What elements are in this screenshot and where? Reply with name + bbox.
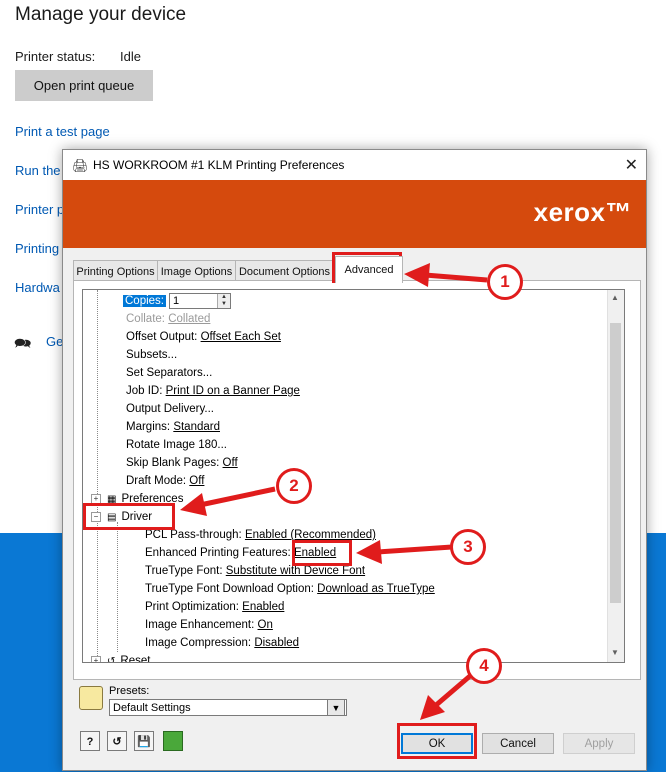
job-id-value[interactable]: Print ID on a Banner Page: [166, 385, 300, 397]
callout-number-3: 3: [450, 529, 486, 565]
draft-mode-label: Draft Mode:: [126, 475, 187, 487]
tree-item-print-optimization[interactable]: Print Optimization: Enabled: [145, 598, 284, 616]
image-enhancement-value[interactable]: On: [258, 619, 273, 631]
copies-label: Copies:: [123, 295, 166, 307]
image-compression-value[interactable]: Disabled: [254, 637, 299, 649]
image-compression-label: Image Compression:: [145, 637, 252, 649]
skip-blank-label: Skip Blank Pages:: [126, 457, 220, 469]
xerox-logo: xerox™: [533, 197, 632, 227]
image-enhancement-label: Image Enhancement:: [145, 619, 255, 631]
printing-preferences-dialog: 🖨 HS WORKROOM #1 KLM Printing Preference…: [62, 149, 647, 771]
callout-number-1: 1: [487, 264, 523, 300]
tab-image-options[interactable]: Image Options: [157, 260, 236, 282]
presets-icon: [79, 686, 103, 710]
reset-label: Reset: [120, 655, 151, 663]
printer-status-value: Idle: [120, 49, 141, 64]
printer-status-label: Printer status:: [15, 49, 96, 64]
copies-value: 1: [173, 294, 180, 307]
save-icon[interactable]: 💾: [134, 731, 154, 751]
cancel-button[interactable]: Cancel: [482, 733, 554, 754]
offset-output-label: Offset Output:: [126, 331, 198, 343]
tree-item-reset[interactable]: + ↺ Reset: [91, 652, 151, 663]
job-id-label: Job ID:: [126, 385, 163, 397]
tree-item-image-enhancement[interactable]: Image Enhancement: On: [145, 616, 273, 634]
tree-item-draft-mode[interactable]: Draft Mode: Off: [126, 472, 204, 490]
print-test-page-link[interactable]: Print a test page: [15, 124, 110, 139]
callout-box-ok-button: [397, 723, 477, 759]
printer-properties-link[interactable]: Printer p: [15, 202, 64, 217]
help-button[interactable]: ?: [80, 731, 100, 751]
settings-tree: Copies: 1 ▲ ▼ Collate: Collated Offset Outp…: [82, 289, 625, 663]
tab-advanced[interactable]: Advanced: [335, 256, 403, 283]
get-help-icon: 🗪: [14, 335, 32, 351]
hardware-properties-link[interactable]: Hardwa: [15, 280, 60, 295]
stepper-arrows-icon[interactable]: ▲ ▼: [217, 293, 230, 308]
copies-stepper[interactable]: 1 ▲ ▼: [169, 292, 231, 309]
collate-value: Collated: [168, 313, 211, 325]
enhanced-printing-label: Enhanced Printing Features:: [145, 547, 291, 559]
expand-icon[interactable]: +: [91, 655, 101, 662]
apply-button[interactable]: Apply: [563, 733, 635, 754]
brand-banner: xerox™: [63, 180, 646, 248]
tab-document-options[interactable]: Document Options: [235, 260, 334, 282]
draft-mode-value[interactable]: Off: [189, 475, 204, 487]
pcl-label: PCL Pass-through:: [145, 529, 242, 541]
truetype-download-value[interactable]: Download as TrueType: [317, 583, 435, 595]
tree-item-skip-blank-pages[interactable]: Skip Blank Pages: Off: [126, 454, 238, 472]
tree-item-truetype-download[interactable]: TrueType Font Download Option: Download …: [145, 580, 435, 598]
restore-defaults-icon[interactable]: ↺: [107, 731, 127, 751]
close-icon[interactable]: ✕: [625, 155, 638, 175]
green-status-icon[interactable]: [163, 731, 183, 751]
print-optimization-value[interactable]: Enabled: [242, 601, 284, 613]
scrollbar-thumb[interactable]: [610, 323, 621, 603]
callout-number-2: 2: [276, 468, 312, 504]
scroll-down-icon[interactable]: ▼: [611, 648, 619, 657]
tree-item-offset-output[interactable]: Offset Output: Offset Each Set: [126, 328, 281, 346]
dialog-titlebar: 🖨 HS WORKROOM #1 KLM Printing Preference…: [63, 150, 646, 180]
tree-item-subsets[interactable]: Subsets...: [126, 346, 177, 364]
skip-blank-value[interactable]: Off: [223, 457, 238, 469]
tree-item-copies[interactable]: Copies: 1 ▲ ▼: [123, 292, 231, 310]
open-print-queue-button[interactable]: Open print queue: [15, 70, 153, 101]
tree-item-collate[interactable]: Collate: Collated: [126, 310, 210, 328]
print-optimization-label: Print Optimization:: [145, 601, 239, 613]
truetype-font-value[interactable]: Substitute with Device Font: [226, 565, 365, 577]
get-help-link[interactable]: Ge: [46, 334, 63, 349]
truetype-download-label: TrueType Font Download Option:: [145, 583, 314, 595]
margins-label: Margins:: [126, 421, 171, 433]
run-troubleshooter-link[interactable]: Run the: [15, 163, 61, 178]
tree-item-output-delivery[interactable]: Output Delivery...: [126, 400, 214, 418]
presets-label: Presets:: [109, 685, 150, 697]
tree-item-set-separators[interactable]: Set Separators...: [126, 364, 212, 382]
tree-item-margins[interactable]: Margins: Standard: [126, 418, 220, 436]
tree-scrollbar[interactable]: ▲ ▼: [607, 290, 624, 662]
tree-item-job-id[interactable]: Job ID: Print ID on a Banner Page: [126, 382, 300, 400]
truetype-font-label: TrueType Font:: [145, 565, 223, 577]
callout-box-driver: [83, 503, 175, 530]
tree-item-rotate-image[interactable]: Rotate Image 180...: [126, 436, 227, 454]
margins-value[interactable]: Standard: [173, 421, 220, 433]
printing-preferences-link[interactable]: Printing: [15, 241, 59, 256]
callout-number-4: 4: [466, 648, 502, 684]
dialog-title: HS WORKROOM #1 KLM Printing Preferences: [93, 158, 345, 172]
collate-label: Collate:: [126, 313, 165, 325]
callout-box-enhanced-printing: [292, 540, 352, 566]
reset-icon: ↺: [107, 656, 116, 663]
offset-output-value[interactable]: Offset Each Set: [201, 331, 281, 343]
printer-icon: 🖨: [72, 158, 89, 173]
page-title: Manage your device: [15, 4, 187, 25]
scroll-up-icon[interactable]: ▲: [611, 293, 619, 302]
tab-printing-options[interactable]: Printing Options: [73, 260, 158, 282]
chevron-down-icon[interactable]: ▼: [327, 699, 345, 716]
presets-dropdown[interactable]: Default Settings: [109, 699, 347, 716]
tree-item-image-compression[interactable]: Image Compression: Disabled: [145, 634, 299, 652]
